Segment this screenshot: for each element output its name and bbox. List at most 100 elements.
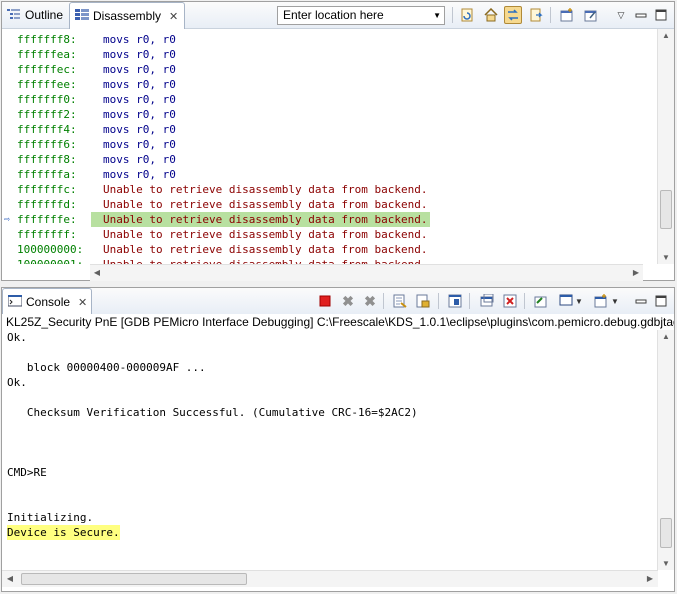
close-icon[interactable]: ✕ — [78, 296, 87, 309]
disassembly-row[interactable]: 100000001: Unable to retrieve disassembly… — [2, 257, 645, 264]
disassembly-address: ffffffea: — [17, 48, 77, 61]
scroll-down-icon[interactable]: ▼ — [659, 559, 673, 568]
pin-console-button[interactable] — [478, 292, 496, 310]
disassembly-row[interactable]: fffffff6: movs r0, r0 — [2, 137, 645, 152]
remove-all-terminated-button[interactable]: ✖ — [361, 292, 379, 310]
terminate-icon — [319, 295, 331, 307]
terminate-button[interactable] — [316, 292, 334, 310]
disassembly-vertical-scrollbar[interactable]: ▲ ▼ — [657, 29, 674, 264]
console-vertical-scrollbar[interactable]: ▲ ▼ — [657, 330, 674, 570]
link-with-context-button[interactable] — [504, 6, 522, 24]
toolbar-separator — [383, 293, 384, 309]
display-selected-console-button[interactable] — [501, 292, 519, 310]
disassembly-content[interactable]: fffffff8: movs r0, r0 ffffffea: movs r0, r0… — [2, 29, 645, 264]
console-tabbar: Console ✕ ✖ ✖ ▼ ▼ — [2, 288, 674, 315]
location-input[interactable]: Enter location here ▼ — [277, 6, 445, 25]
disassembly-address: fffffff2: — [17, 108, 77, 121]
maximize-button[interactable] — [652, 6, 670, 24]
scroll-right-icon[interactable]: ▶ — [643, 574, 657, 583]
disassembly-row[interactable]: fffffff8: movs r0, r0 — [2, 32, 645, 47]
show-console-on-output-button[interactable] — [446, 292, 464, 310]
disassembly-instruction: Unable to retrieve disassembly data from… — [103, 257, 428, 264]
close-icon[interactable]: ✕ — [169, 10, 178, 23]
link-with-active-debug-context-icon — [508, 9, 518, 21]
location-input-text: Enter location here — [283, 8, 384, 22]
tab-outline-label: Outline — [25, 8, 64, 22]
disassembly-row[interactable]: fffffffa: movs r0, r0 — [2, 167, 645, 182]
disassembly-view: Outline Disassembly ✕ Enter location her… — [1, 1, 675, 281]
disassembly-row[interactable]: fffffff0: movs r0, r0 — [2, 92, 645, 107]
scroll-left-icon[interactable]: ◀ — [90, 268, 104, 277]
toolbar-separator — [469, 293, 470, 309]
maximize-icon — [655, 9, 667, 21]
console-view: Console ✕ ✖ ✖ ▼ ▼ KL25Z_Security PnE [GD… — [1, 287, 675, 592]
tab-disassembly-label: Disassembly — [93, 9, 162, 23]
scroll-thumb[interactable] — [660, 190, 672, 229]
chevron-down-icon: ▼ — [611, 296, 619, 306]
minimize-button[interactable] — [632, 6, 650, 24]
disassembly-address: fffffffd: — [17, 198, 77, 211]
disassembly-row[interactable]: fffffffd: Unable to retrieve disassembly … — [2, 197, 645, 212]
clear-console-button[interactable] — [391, 292, 409, 310]
disassembly-row[interactable]: fffffff2: movs r0, r0 — [2, 107, 645, 122]
disassembly-address: ffffffee: — [17, 78, 77, 91]
toolbar-separator — [524, 293, 525, 309]
toolbar-separator — [438, 293, 439, 309]
disassembly-options-button[interactable] — [527, 6, 545, 24]
console-line: Initializing. — [7, 511, 94, 524]
tab-console[interactable]: Console ✕ — [2, 288, 92, 315]
disassembly-address: ffffffec: — [17, 63, 77, 76]
new-view-button[interactable] — [558, 6, 576, 24]
minimize-button[interactable] — [632, 292, 650, 310]
disassembly-instruction: Unable to retrieve disassembly data from… — [103, 228, 428, 241]
disassembly-row[interactable]: 100000000: Unable to retrieve disassembly… — [2, 242, 645, 257]
disassembly-instruction: movs r0, r0 — [103, 153, 176, 166]
disassembly-horizontal-scrollbar[interactable]: ◀ ▶ — [90, 264, 643, 281]
scroll-thumb[interactable] — [660, 518, 672, 548]
disassembly-row[interactable]: ffffffea: movs r0, r0 — [2, 47, 645, 62]
disassembly-address: fffffff8: — [17, 33, 77, 46]
disassembly-instruction: movs r0, r0 — [103, 123, 176, 136]
console-line: Ok. — [7, 376, 27, 389]
pin-button[interactable] — [582, 6, 600, 24]
scroll-down-icon[interactable]: ▼ — [659, 253, 673, 262]
open-console-button[interactable] — [532, 292, 550, 310]
tab-disassembly[interactable]: Disassembly ✕ — [69, 2, 185, 29]
console-horizontal-scrollbar[interactable]: ◀ ▶ — [2, 570, 658, 587]
home-button[interactable] — [482, 6, 500, 24]
refresh-button[interactable] — [458, 6, 476, 24]
pin-console-icon — [480, 294, 494, 307]
scroll-up-icon[interactable]: ▲ — [659, 332, 673, 341]
disassembly-row[interactable]: ⇨ fffffffe: Unable to retrieve disassembly… — [2, 212, 645, 227]
new-console-dropdown[interactable]: ▼ — [606, 292, 624, 310]
disassembly-row[interactable]: ffffffee: movs r0, r0 — [2, 77, 645, 92]
scroll-lock-button[interactable] — [414, 292, 432, 310]
disassembly-address: 100000001: — [17, 257, 83, 264]
chevron-down-icon[interactable]: ▼ — [433, 7, 441, 24]
outline-icon — [7, 8, 21, 23]
disassembly-row[interactable]: ffffffff: Unable to retrieve disassembly … — [2, 227, 645, 242]
disassembly-instruction: Unable to retrieve disassembly data from… — [91, 212, 430, 227]
disassembly-address: ffffffff: — [17, 228, 77, 241]
disassembly-address: fffffff8: — [17, 153, 77, 166]
disassembly-address: fffffff0: — [17, 93, 77, 106]
disassembly-instruction: Unable to retrieve disassembly data from… — [103, 183, 428, 196]
maximize-button[interactable] — [652, 292, 670, 310]
scroll-right-icon[interactable]: ▶ — [629, 268, 643, 277]
clear-console-icon — [393, 294, 407, 308]
scroll-up-icon[interactable]: ▲ — [659, 31, 673, 40]
view-menu-button[interactable]: ▽ — [612, 6, 630, 24]
disassembly-row[interactable]: fffffff8: movs r0, r0 — [2, 152, 645, 167]
scroll-left-icon[interactable]: ◀ — [3, 574, 17, 583]
console-line: Checksum Verification Successful. (Cumul… — [7, 406, 418, 419]
disassembly-row[interactable]: fffffffc: Unable to retrieve disassembly … — [2, 182, 645, 197]
disassembly-row[interactable]: ffffffec: movs r0, r0 — [2, 62, 645, 77]
disassembly-instruction: movs r0, r0 — [103, 93, 176, 106]
scroll-thumb[interactable] — [21, 573, 247, 585]
disassembly-row[interactable]: fffffff4: movs r0, r0 — [2, 122, 645, 137]
console-display-dropdown[interactable]: ▼ — [570, 292, 588, 310]
console-icon — [7, 294, 23, 310]
disassembly-instruction: movs r0, r0 — [103, 48, 176, 61]
console-output[interactable]: Ok. block 00000400-000009AF ... Ok. Check… — [2, 330, 658, 570]
remove-launch-button[interactable]: ✖ — [339, 292, 357, 310]
